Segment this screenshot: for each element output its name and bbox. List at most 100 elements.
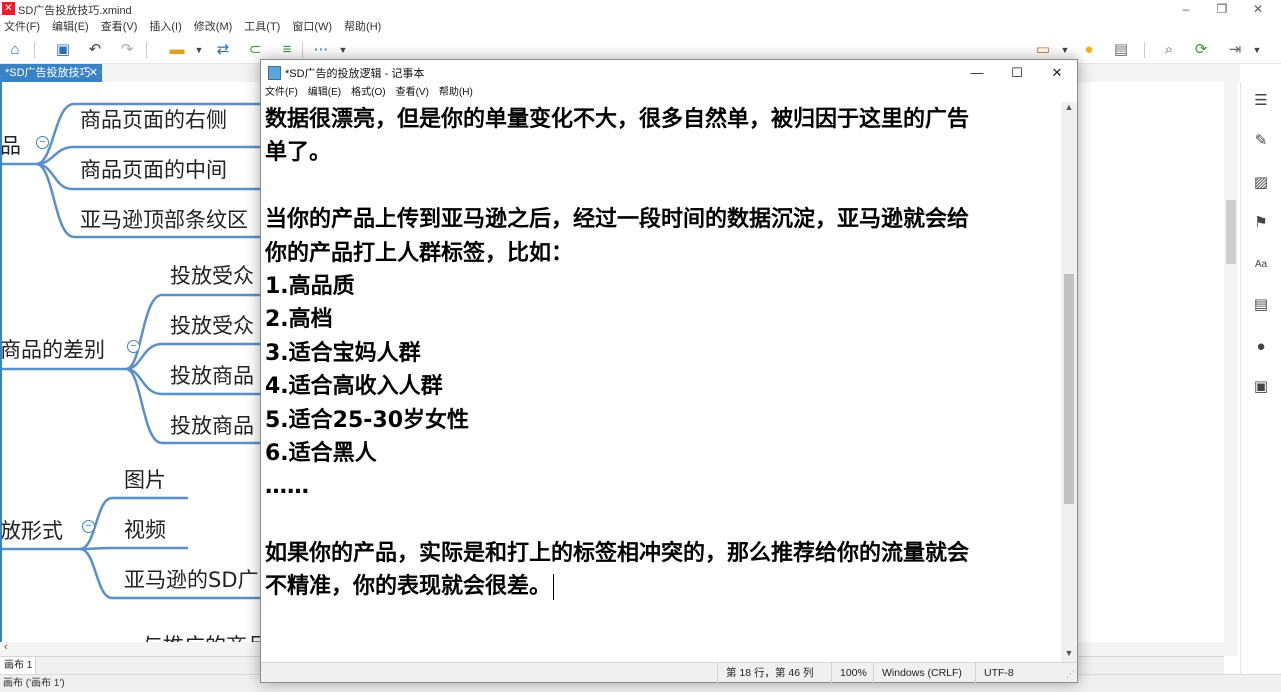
notepad-window: *SD广告的投放逻辑 - 记事本 — ☐ ✕ 文件(F) 编辑(E) 格式(O)…: [260, 59, 1078, 683]
notepad-title-bar: *SD广告的投放逻辑 - 记事本 — ☐ ✕: [261, 60, 1077, 86]
idea-bulb-icon[interactable]: ●: [1078, 40, 1100, 60]
collapse-icon[interactable]: −: [82, 520, 95, 533]
xmind-title-bar: ✕ SD广告投放技巧.xmind – ❐ ✕: [0, 0, 1281, 18]
notepad-minimize-button[interactable]: —: [957, 60, 997, 86]
notepad-text-area[interactable]: 数据很漂亮，但是你的单量变化不大，很多自然单，被归因于这里的广告 单了。 当你的…: [261, 102, 1061, 662]
np-menu-help[interactable]: 帮助(H): [439, 86, 473, 102]
menu-tools[interactable]: 工具(T): [244, 18, 280, 36]
tab-label: *SD广告投放技巧: [5, 67, 91, 79]
save-icon[interactable]: ▣: [52, 40, 74, 60]
mindmap-topic[interactable]: 品: [2, 130, 21, 160]
tab-sd-ads[interactable]: *SD广告投放技巧 ✕: [0, 64, 102, 82]
minimize-button[interactable]: –: [1168, 0, 1204, 18]
xmind-right-panel-bar: ☰ ✎ ▨ ⚑ Aa ▤ ● ▣: [1240, 82, 1281, 682]
zoom-level: 100%: [831, 663, 873, 683]
close-button[interactable]: ✕: [1240, 0, 1276, 18]
xmind-menu-bar: 文件(F) 编辑(E) 查看(V) 插入(I) 修改(M) 工具(T) 窗口(W…: [0, 18, 1281, 36]
more-icon[interactable]: ⋯: [310, 40, 332, 60]
boundary-icon[interactable]: ⊂: [244, 40, 266, 60]
scroll-up-icon[interactable]: ▲: [1061, 102, 1077, 116]
text-line: ……: [265, 474, 309, 500]
notepad-vertical-scrollbar[interactable]: ▲ ▼: [1061, 102, 1077, 662]
mindmap-subtopic[interactable]: 亚马逊顶部条纹区: [80, 204, 248, 234]
format-panel-icon[interactable]: ☰: [1252, 92, 1270, 110]
notepad-scroll-thumb[interactable]: [1064, 274, 1074, 504]
presentation-dropdown-icon[interactable]: ▼: [1054, 40, 1076, 60]
share-icon[interactable]: ⟳: [1190, 40, 1212, 60]
relationship-icon[interactable]: ⇄: [212, 40, 234, 60]
text-line: [265, 170, 1061, 203]
notepad-maximize-button[interactable]: ☐: [997, 60, 1037, 86]
label-icon[interactable]: Aa: [1252, 256, 1270, 274]
text-line-last: 不精准，你的表现就会很差。: [265, 570, 1061, 603]
undo-icon[interactable]: ↶: [84, 40, 106, 60]
presentation-icon[interactable]: ▭: [1032, 40, 1054, 60]
mindmap-subtopic[interactable]: 亚马逊的SD广: [124, 564, 259, 594]
scroll-thumb[interactable]: [1226, 200, 1236, 264]
text-line: 4.适合高收入人群: [265, 374, 443, 400]
mindmap-subtopic[interactable]: 投放受众: [170, 310, 254, 340]
menu-file[interactable]: 文件(F): [4, 18, 40, 36]
notes-icon[interactable]: ▤: [1252, 296, 1270, 314]
mindmap-subtopic[interactable]: 商品页面的右侧: [80, 104, 227, 134]
mindmap-subtopic[interactable]: 投放商品: [170, 360, 254, 390]
np-menu-view[interactable]: 查看(V): [396, 86, 429, 102]
style-brush-icon[interactable]: ✎: [1252, 132, 1270, 150]
line-ending: Windows (CRLF): [873, 663, 975, 683]
mindmap-topic[interactable]: 放形式: [2, 515, 63, 545]
image-icon[interactable]: ▨: [1252, 174, 1270, 192]
restore-button[interactable]: ❐: [1204, 0, 1240, 18]
np-menu-edit[interactable]: 编辑(E): [308, 86, 341, 102]
summary-icon[interactable]: ≡: [276, 40, 298, 60]
text-line: 数据很漂亮，但是你的单量变化不大，很多自然单，被归因于这里的广告: [265, 107, 970, 132]
topic-icon[interactable]: ▬: [166, 40, 188, 60]
scroll-down-icon[interactable]: ▼: [1061, 648, 1077, 662]
task-clipboard-icon[interactable]: ▣: [1252, 378, 1270, 396]
mindmap-subtopic[interactable]: 商品页面的中间: [80, 154, 227, 184]
text-line-content: 不精准，你的表现就会很差。: [265, 574, 552, 600]
mindmap-subtopic[interactable]: 投放商品: [170, 410, 254, 440]
menu-view[interactable]: 查看(V): [101, 18, 138, 36]
xmind-window-title: SD广告投放技巧.xmind: [18, 5, 132, 17]
text-line: 你的产品打上人群标签，比如：: [265, 240, 574, 266]
home-icon[interactable]: ⌂: [4, 40, 26, 60]
outline-icon[interactable]: ▤: [1110, 40, 1132, 60]
notepad-menu-bar: 文件(F) 编辑(E) 格式(O) 查看(V) 帮助(H): [261, 86, 1077, 102]
menu-window[interactable]: 窗口(W): [292, 18, 332, 36]
notepad-title: *SD广告的投放逻辑 - 记事本: [285, 68, 425, 80]
marker-flag-icon[interactable]: ⚑: [1252, 214, 1270, 232]
menu-modify[interactable]: 修改(M): [194, 18, 233, 36]
menu-insert[interactable]: 插入(I): [149, 18, 181, 36]
mindmap-subtopic[interactable]: 视频: [124, 514, 166, 544]
mindmap-subtopic[interactable]: 投放受众: [170, 260, 254, 290]
sheet-tab[interactable]: 画布 1: [0, 657, 36, 674]
encoding: UTF-8: [975, 663, 1077, 683]
comment-icon[interactable]: ●: [1252, 338, 1270, 356]
collapse-icon[interactable]: −: [36, 136, 49, 149]
export-icon[interactable]: ⇥: [1224, 40, 1246, 60]
text-line: 当你的产品上传到亚马逊之后，经过一段时间的数据沉淀，亚马逊就会给: [265, 207, 970, 233]
tab-close-icon[interactable]: ✕: [89, 64, 98, 82]
menu-help[interactable]: 帮助(H): [344, 18, 381, 36]
np-menu-format[interactable]: 格式(O): [351, 86, 385, 102]
cursor-position: 第 18 行，第 46 列: [717, 663, 831, 683]
topic-dropdown-icon[interactable]: ▼: [188, 40, 210, 60]
export-dropdown-icon[interactable]: ▼: [1246, 40, 1268, 60]
np-menu-file[interactable]: 文件(F): [265, 86, 298, 102]
mindmap-subtopic[interactable]: 图片: [124, 464, 166, 494]
text-caret: [553, 574, 555, 601]
xmind-app-icon: ✕: [2, 2, 15, 15]
resize-grip-icon[interactable]: ⋰: [1066, 669, 1075, 680]
mindmap-topic[interactable]: 商品的差别: [2, 334, 105, 364]
more-dropdown-icon[interactable]: ▼: [332, 40, 354, 60]
menu-edit[interactable]: 编辑(E): [52, 18, 89, 36]
text-line: 单了。: [265, 140, 332, 166]
search-icon[interactable]: ⌕: [1158, 40, 1180, 60]
scroll-left-icon[interactable]: ‹: [4, 641, 8, 653]
collapse-icon[interactable]: −: [127, 340, 140, 353]
notepad-close-button[interactable]: ✕: [1037, 60, 1077, 86]
text-line: [265, 504, 1061, 537]
text-line: 6.适合黑人: [265, 440, 377, 466]
canvas-vertical-scrollbar[interactable]: [1224, 82, 1238, 656]
redo-icon[interactable]: ↷: [116, 40, 138, 60]
